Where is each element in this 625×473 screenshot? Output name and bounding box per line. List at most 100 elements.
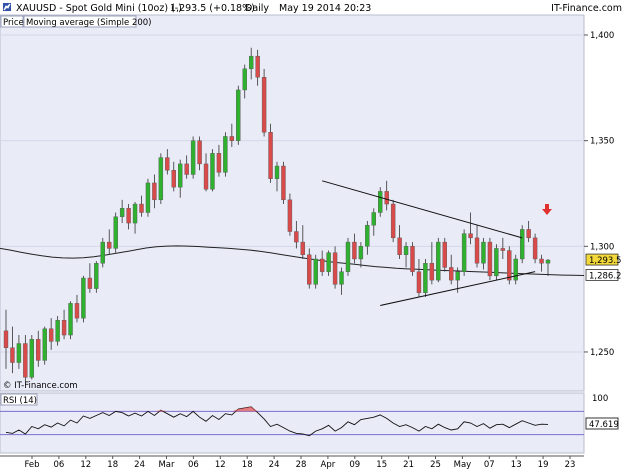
candle bbox=[410, 242, 415, 276]
candle-body bbox=[61, 320, 67, 336]
candle-body bbox=[236, 89, 241, 141]
x-axis-label: 23 bbox=[565, 460, 576, 469]
candle-body bbox=[16, 343, 22, 363]
candle-body bbox=[307, 254, 312, 285]
brand-label: IT-Finance.com bbox=[551, 3, 622, 14]
candle-body bbox=[313, 258, 318, 285]
candle-body bbox=[507, 250, 512, 281]
candle-body bbox=[36, 339, 41, 361]
candle-body bbox=[300, 241, 306, 255]
candle-body bbox=[319, 258, 325, 272]
candle bbox=[190, 136, 196, 179]
price-tag-label: 1,293.5 bbox=[589, 256, 621, 266]
candle bbox=[513, 254, 518, 285]
candle-body bbox=[436, 241, 441, 281]
candle-body bbox=[29, 339, 35, 378]
watermark: © IT-Finance.com bbox=[3, 381, 78, 391]
chart-root: XAUUSD - Spot Gold Mini (10oz) (-) 1,293… bbox=[0, 0, 625, 470]
last-price-change: 1,293.5 (+0.18%) bbox=[170, 3, 255, 14]
candle-body bbox=[216, 153, 222, 173]
candle-body bbox=[526, 229, 531, 239]
candle-body bbox=[197, 140, 202, 165]
price-axis-label: 1,350 bbox=[590, 137, 614, 147]
candle bbox=[423, 258, 428, 298]
candle bbox=[378, 187, 383, 217]
candle bbox=[532, 233, 538, 264]
interval-label: Daily bbox=[245, 3, 269, 14]
candle-body bbox=[294, 231, 299, 243]
candle-body bbox=[539, 258, 544, 264]
candle-body bbox=[139, 203, 144, 213]
candle-body bbox=[48, 328, 54, 342]
x-axis-label: Feb bbox=[24, 460, 39, 469]
x-axis-label: 15 bbox=[376, 460, 387, 469]
rsi-panel bbox=[0, 392, 585, 454]
candle bbox=[332, 246, 338, 289]
candle bbox=[261, 68, 267, 137]
candle-body bbox=[358, 246, 364, 260]
x-axis-label: 12 bbox=[80, 460, 91, 469]
x-axis-label: 18 bbox=[107, 460, 118, 469]
candle bbox=[519, 225, 525, 264]
candle-body bbox=[23, 343, 28, 378]
legend-ma: Moving average (Simple 200) bbox=[26, 18, 152, 28]
candle-body bbox=[74, 303, 80, 319]
candle-body bbox=[449, 267, 454, 281]
candle bbox=[442, 237, 447, 272]
candle-body bbox=[384, 191, 389, 205]
candle-body bbox=[487, 241, 493, 277]
candle-body bbox=[126, 208, 131, 224]
candle-body bbox=[119, 208, 125, 217]
rsi-axis-tick: 100 bbox=[592, 394, 608, 404]
candle-body bbox=[261, 77, 267, 133]
candle-body bbox=[429, 263, 435, 281]
candle-body bbox=[390, 203, 396, 239]
x-axis-label: 24 bbox=[269, 460, 280, 469]
candle-body bbox=[158, 157, 164, 201]
candle-body bbox=[494, 248, 499, 277]
x-axis-label: 12 bbox=[215, 460, 226, 469]
candle-body bbox=[100, 241, 105, 264]
candle-body bbox=[332, 252, 338, 285]
rsi-label: RSI (14) bbox=[3, 396, 37, 406]
candle-body bbox=[3, 330, 9, 348]
candle-body bbox=[326, 252, 331, 272]
legend-price: Price bbox=[3, 18, 24, 28]
candle-body bbox=[287, 199, 293, 232]
candle-body bbox=[371, 212, 376, 226]
x-axis-label: Mar bbox=[158, 460, 175, 469]
candle bbox=[268, 123, 273, 183]
datetime-label: May 19 2014 20:23 bbox=[279, 3, 371, 14]
candle-body bbox=[132, 203, 138, 224]
candle-body bbox=[365, 224, 370, 247]
x-axis-label: 13 bbox=[511, 460, 522, 469]
candle-body bbox=[423, 263, 428, 294]
candle-body bbox=[352, 241, 357, 260]
candle-body bbox=[171, 170, 176, 188]
candle-body bbox=[184, 163, 189, 175]
price-axis-label: 1,300 bbox=[590, 242, 614, 252]
candle bbox=[281, 161, 286, 205]
candle-body bbox=[152, 182, 157, 201]
candle-body bbox=[107, 241, 112, 249]
candle bbox=[55, 316, 60, 346]
x-axis-label: 18 bbox=[242, 460, 253, 469]
candle bbox=[158, 153, 164, 205]
candle-body bbox=[255, 55, 260, 78]
candle-body bbox=[378, 191, 383, 213]
candle bbox=[210, 149, 215, 192]
candle-body bbox=[248, 55, 254, 70]
candle-body bbox=[468, 233, 473, 239]
x-axis-label: 07 bbox=[484, 460, 495, 469]
price-tag-label: 1,286.2 bbox=[589, 271, 621, 281]
candle-body bbox=[242, 68, 247, 91]
candle-body bbox=[474, 237, 480, 264]
price-axis-label: 1,250 bbox=[590, 348, 614, 358]
candle bbox=[94, 261, 99, 293]
candle-body bbox=[42, 328, 47, 361]
candle bbox=[81, 275, 86, 323]
candle bbox=[345, 237, 351, 276]
candle-body bbox=[397, 237, 402, 255]
candle-body bbox=[68, 303, 73, 336]
candle-body bbox=[403, 246, 409, 255]
